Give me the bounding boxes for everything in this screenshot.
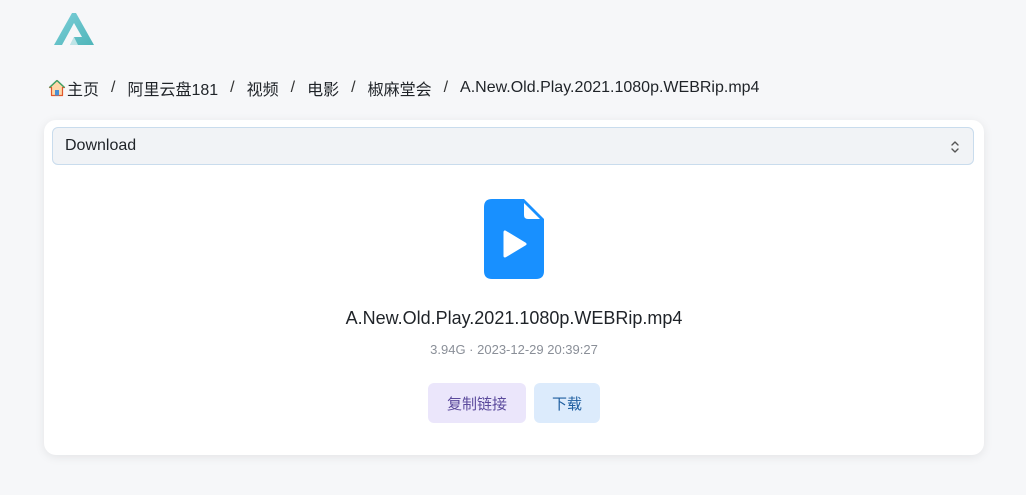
- file-preview-card: Download A.New.Old.Play.2021.1080p.WEBRi…: [44, 120, 984, 455]
- breadcrumb-item-folder[interactable]: 椒麻堂会: [368, 76, 432, 100]
- preview-mode-selected-value: Download: [65, 137, 137, 154]
- preview-mode-select[interactable]: Download: [52, 127, 974, 165]
- breadcrumb-separator: /: [290, 79, 296, 96]
- chevron-up-down-icon: [949, 138, 961, 156]
- copy-link-button[interactable]: 复制链接: [428, 383, 526, 423]
- breadcrumb-item-aliyun[interactable]: 阿里云盘181: [127, 76, 218, 100]
- breadcrumb-home-label: 主页: [67, 82, 100, 99]
- breadcrumb-separator: /: [443, 79, 449, 96]
- breadcrumb-item-current-file[interactable]: A.New.Old.Play.2021.1080p.WEBRip.mp4: [460, 79, 759, 97]
- breadcrumb-separator: /: [351, 79, 356, 96]
- breadcrumb-home[interactable]: 主页: [48, 76, 99, 100]
- breadcrumb-separator: /: [111, 79, 116, 96]
- video-file-icon: [484, 199, 544, 279]
- file-size-and-date: 3.94G · 2023-12-29 20:39:27: [430, 342, 598, 357]
- breadcrumb-separator: /: [230, 79, 235, 96]
- breadcrumb-item-movie[interactable]: 电影: [307, 76, 339, 100]
- home-icon: [48, 79, 66, 97]
- download-button[interactable]: 下载: [534, 383, 600, 423]
- breadcrumb-item-video[interactable]: 视频: [247, 76, 279, 100]
- file-name: A.New.Old.Play.2021.1080p.WEBRip.mp4: [345, 308, 683, 328]
- breadcrumb: 主页 / 阿里云盘181 / 视频 / 电影 / 椒麻堂会 / A.New.Ol…: [48, 76, 759, 100]
- alist-logo[interactable]: [52, 11, 96, 49]
